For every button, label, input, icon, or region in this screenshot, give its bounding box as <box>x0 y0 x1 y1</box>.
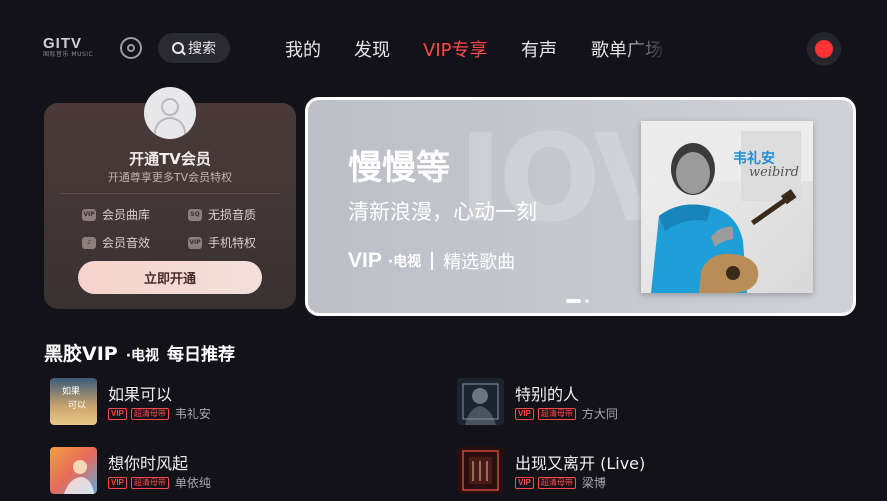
hq-badge: 超清母带 <box>537 407 576 420</box>
svg-text:可以: 可以 <box>68 400 86 411</box>
hq-badge: 超清母带 <box>130 407 169 420</box>
album-text: weibird <box>749 165 799 180</box>
divider <box>60 193 280 194</box>
svg-text:如果: 如果 <box>62 385 80 397</box>
song-title: 特别的人 <box>515 385 580 404</box>
vip-badge: VIP <box>108 476 127 489</box>
member-card-title: 开通TV会员 <box>129 150 211 168</box>
featured-banner[interactable]: IOVE 慢慢等 清新浪漫，心动一刻 VIP ·电视 精选歌曲 韦礼安 weib… <box>305 97 856 316</box>
section-label: 每日推荐 <box>167 345 236 365</box>
logo-text: GITV <box>43 35 83 52</box>
song-artist: 方大同 <box>581 407 618 421</box>
song-item[interactable]: 特别的人 VIP 超清母带 方大同 <box>457 378 837 432</box>
banner-tag-label: 精选歌曲 <box>443 252 516 273</box>
tab-mine[interactable]: 我的 <box>285 36 321 62</box>
tab-discover[interactable]: 发现 <box>354 36 390 62</box>
banner-title: 慢慢等 <box>348 148 450 188</box>
perk-label: 无损音质 <box>208 208 257 222</box>
song-cover <box>50 447 97 494</box>
vip-badge: VIP <box>108 407 127 420</box>
music-logo-icon <box>120 37 142 59</box>
song-cover: 如果 可以 <box>50 378 97 425</box>
vip-icon: VIP <box>82 208 96 221</box>
song-artist: 梁博 <box>581 476 606 490</box>
carousel-indicator <box>566 299 589 303</box>
tab-vip[interactable]: VIP专享 <box>423 36 487 62</box>
record-button[interactable] <box>807 32 841 66</box>
song-meta: VIP 超清母带 韦礼安 <box>108 405 211 422</box>
top-nav: 我的 发现 VIP专享 有声 歌单广场 <box>268 36 668 66</box>
open-membership-button[interactable]: 立即开通 <box>78 261 262 294</box>
tab-audio[interactable]: 有声 <box>521 36 557 62</box>
song-item[interactable]: 出现又离开 (Live) VIP 超清母带 梁博 <box>457 447 837 501</box>
album-art <box>641 121 813 293</box>
song-item[interactable]: 想你时风起 VIP 超清母带 单依纯 <box>50 447 430 501</box>
vip-badge: VIP <box>515 476 534 489</box>
search-label: 搜索 <box>188 41 216 57</box>
banner-tag: VIP ·电视 精选歌曲 <box>348 248 515 274</box>
perk-label: 会员音效 <box>102 236 151 250</box>
carousel-dot[interactable] <box>585 299 589 303</box>
member-card-subtitle: 开通尊享更多TV会员特权 <box>107 171 233 184</box>
perk-label: 手机特权 <box>208 236 257 250</box>
perk-sound-effect: ♪ 会员音效 <box>82 234 150 251</box>
separator <box>431 252 434 270</box>
gitv-logo: GITV 国际音乐 MUSIC <box>43 36 107 62</box>
perk-lossless: SQ 无损音质 <box>188 206 256 223</box>
song-title: 出现又离开 (Live) <box>515 454 646 473</box>
song-title: 如果可以 <box>108 385 173 404</box>
sq-icon: SQ <box>188 208 202 221</box>
hq-badge: 超清母带 <box>130 476 169 489</box>
album-cover: 韦礼安 weibird <box>641 121 813 293</box>
vip-badge: VIP <box>515 407 534 420</box>
perk-label: 会员曲库 <box>102 208 151 222</box>
nav-fade <box>618 36 668 66</box>
song-cover <box>457 447 504 494</box>
sound-effect-icon: ♪ <box>82 236 96 249</box>
search-button[interactable]: 搜索 <box>158 33 230 63</box>
section-tv: ·电视 <box>125 348 160 364</box>
logo-subtext: 国际音乐 MUSIC <box>43 51 94 58</box>
song-artist: 韦礼安 <box>174 407 211 421</box>
song-item[interactable]: 如果 可以 如果可以 VIP 超清母带 韦礼安 <box>50 378 430 432</box>
search-icon <box>172 42 184 54</box>
carousel-dot[interactable] <box>566 299 581 303</box>
banner-subtitle: 清新浪漫，心动一刻 <box>348 200 537 224</box>
section-title: 黑胶VIP ·电视 每日推荐 <box>44 339 235 366</box>
user-icon <box>161 98 179 116</box>
user-body-icon <box>154 117 186 137</box>
perk-vip-library: VIP 会员曲库 <box>82 206 150 223</box>
song-meta: VIP 超清母带 梁博 <box>515 474 606 491</box>
song-meta: VIP 超清母带 方大同 <box>515 405 618 422</box>
song-cover <box>457 378 504 425</box>
avatar <box>144 87 196 139</box>
tv-label: ·电视 <box>387 254 422 270</box>
hq-badge: 超清母带 <box>537 476 576 489</box>
song-artist: 单依纯 <box>174 476 211 490</box>
perk-phone: VIP 手机特权 <box>188 234 256 251</box>
phone-vip-icon: VIP <box>188 236 202 249</box>
song-title: 想你时风起 <box>108 454 189 473</box>
section-brand: 黑胶VIP <box>44 343 118 365</box>
vip-logo: VIP <box>348 249 382 272</box>
song-meta: VIP 超清母带 单依纯 <box>108 474 211 491</box>
